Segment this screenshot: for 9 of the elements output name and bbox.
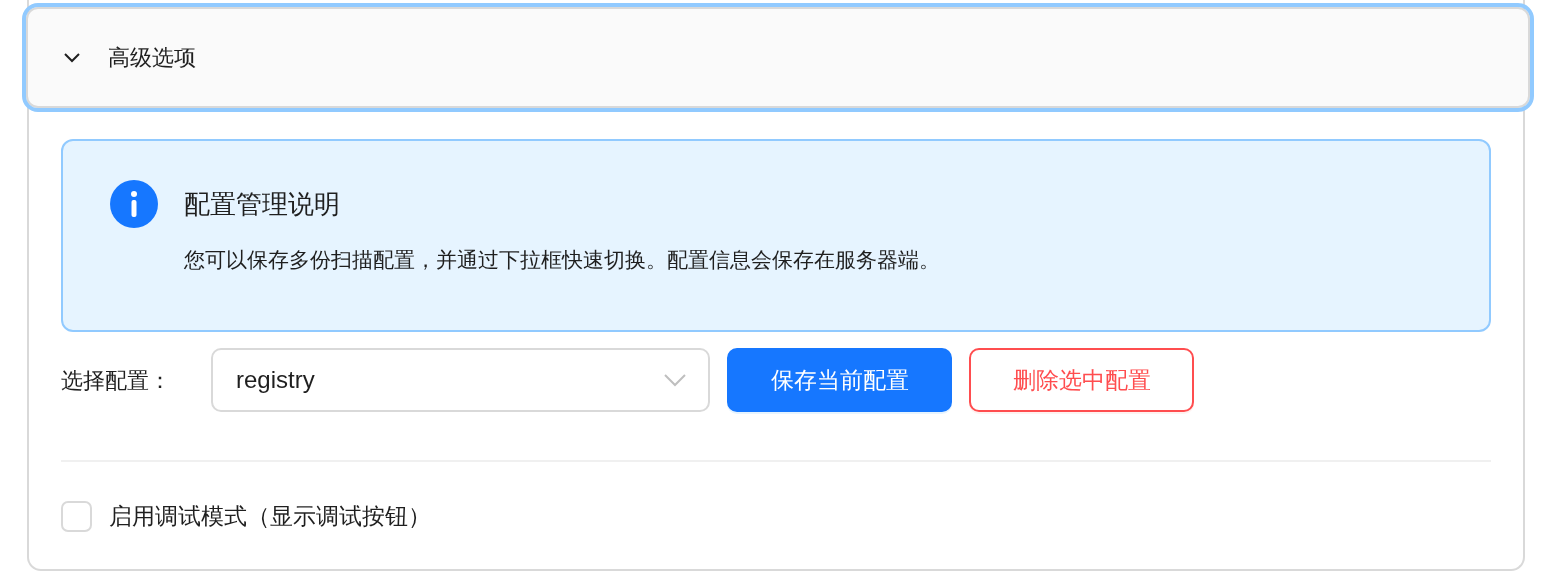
config-label: 选择配置： [61,366,172,395]
info-icon [110,180,158,228]
alert-title: 配置管理说明 [184,188,341,221]
save-button[interactable]: 保存当前配置 [727,348,952,412]
debug-label: 启用调试模式（显示调试按钮） [109,502,431,531]
debug-checkbox[interactable] [61,500,92,532]
dropdown-caret-icon [664,373,686,387]
config-select[interactable]: registry [211,348,710,412]
alert-description: 您可以保存多份扫描配置，并通过下拉框快速切换。配置信息会保存在服务器端。 [184,247,940,273]
